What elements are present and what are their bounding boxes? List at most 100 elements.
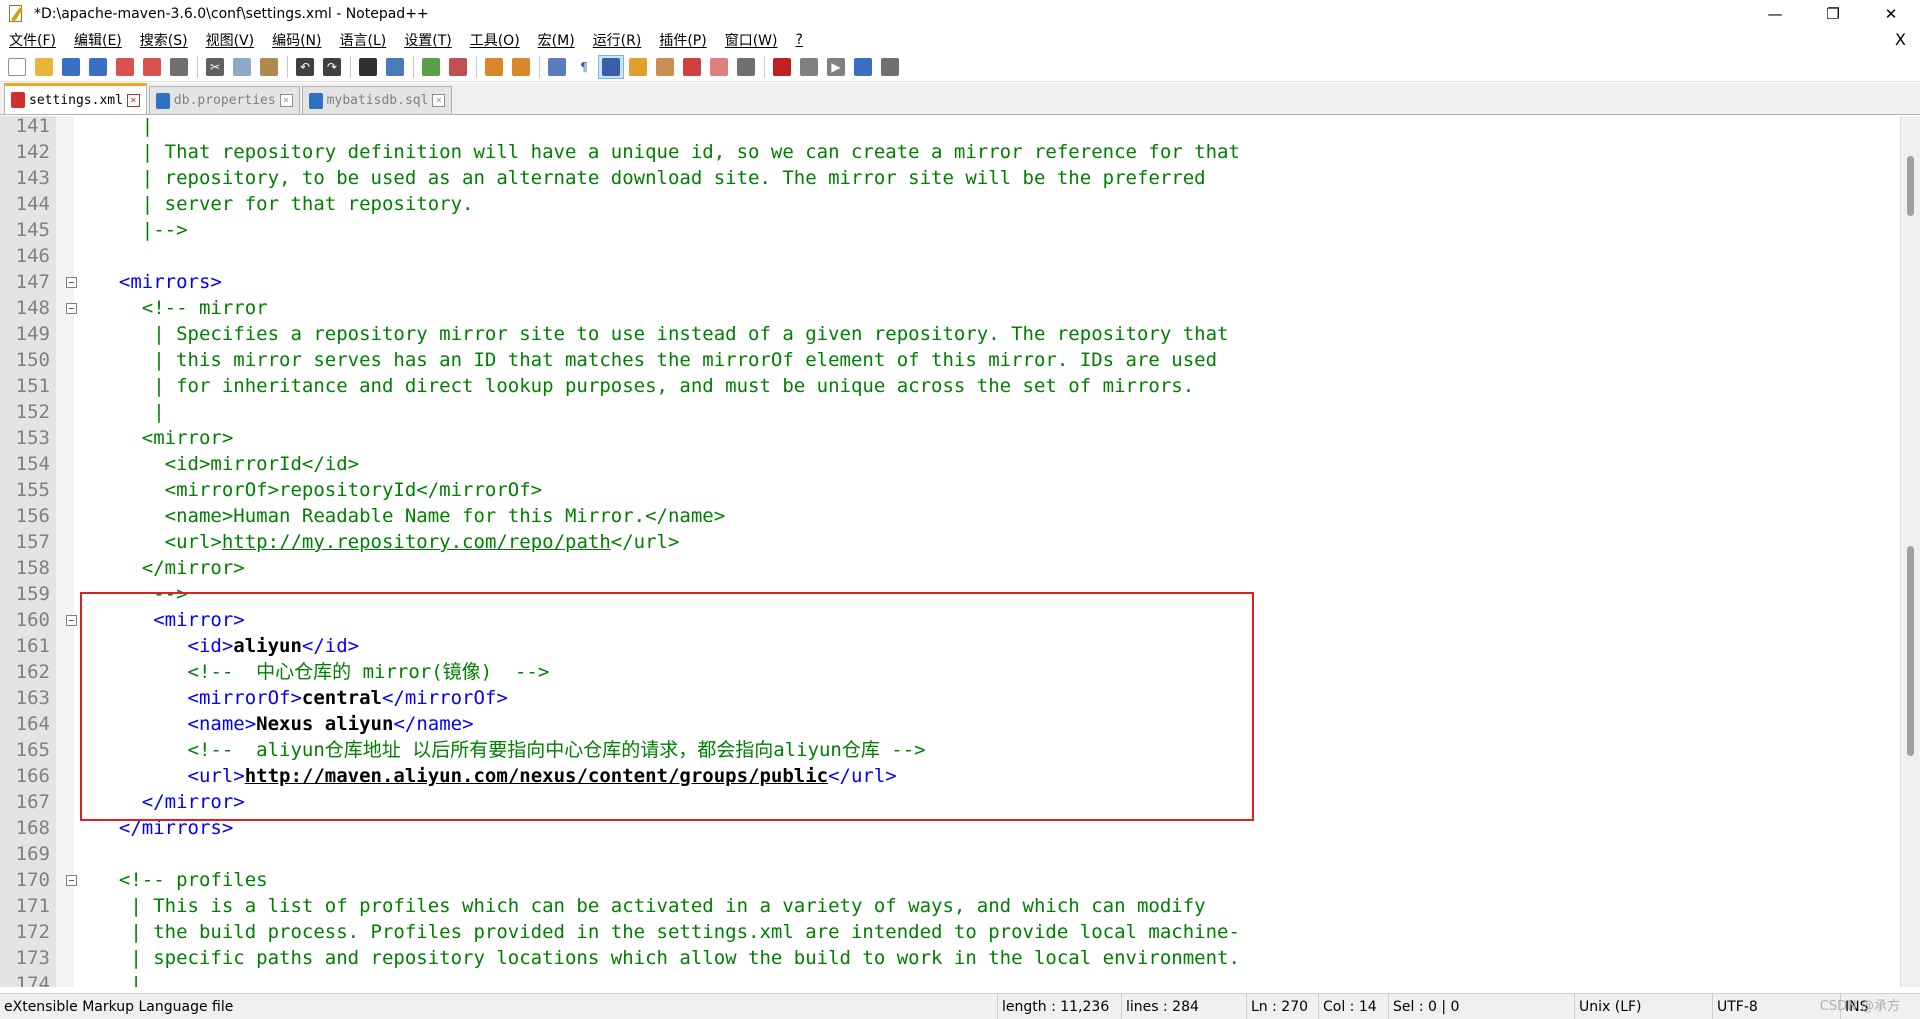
minimize-button[interactable]: — <box>1746 0 1804 28</box>
udl-icon[interactable] <box>625 55 651 79</box>
code-text: <url>http://maven.aliyun.com/nexus/conte… <box>96 763 897 789</box>
menu-encoding[interactable]: 编码(N) <box>263 30 330 50</box>
close-all-icon[interactable] <box>139 55 165 79</box>
sync-vertical-icon[interactable] <box>481 55 507 79</box>
status-eol[interactable]: Unix (LF) <box>1575 993 1713 1019</box>
code-token: | <box>96 401 165 423</box>
fold-toggle-icon[interactable] <box>66 875 77 886</box>
code-text: | repository, to be used as an alternate… <box>96 165 1206 191</box>
menu-run[interactable]: 运行(R) <box>584 30 651 50</box>
code-token: <id> <box>96 635 234 657</box>
code-token: central <box>301 687 382 709</box>
run-macro-multiple-icon[interactable] <box>850 55 876 79</box>
vertical-scrollbar[interactable] <box>1900 116 1920 987</box>
toolbar-separator <box>287 55 288 78</box>
code-line: 152 | <box>0 399 1900 425</box>
code-text: | <box>96 399 165 425</box>
copy-icon[interactable] <box>229 55 255 79</box>
code-line: 170 <!-- profiles <box>0 867 1900 893</box>
toolbar-separator <box>350 55 351 78</box>
document-map-icon[interactable] <box>652 55 678 79</box>
tab-db-properties[interactable]: db.properties × <box>148 86 300 114</box>
menu-help[interactable]: ? <box>787 32 812 48</box>
code-text: <id>mirrorId</id> <box>96 451 359 477</box>
menu-search[interactable]: 搜索(S) <box>131 30 197 50</box>
menu-window[interactable]: 窗口(W) <box>716 30 787 50</box>
folder-workspace-icon[interactable] <box>706 55 732 79</box>
replace-icon[interactable] <box>382 55 408 79</box>
cut-icon[interactable]: ✂ <box>202 55 228 79</box>
code-text: <!-- 中心仓库的 mirror(镜像) --> <box>96 659 550 685</box>
print-icon[interactable] <box>166 55 192 79</box>
restore-button[interactable]: ❐ <box>1804 0 1862 28</box>
menu-view[interactable]: 视图(V) <box>197 30 264 50</box>
code-line: 141 | <box>0 116 1900 139</box>
menu-edit[interactable]: 编辑(E) <box>65 30 131 50</box>
fold-toggle-icon[interactable] <box>66 277 77 288</box>
line-number: 164 <box>15 713 50 735</box>
line-number: 144 <box>15 193 50 215</box>
watermark: CSDN @承方 <box>1819 999 1900 1014</box>
play-macro-icon[interactable]: ▶ <box>823 55 849 79</box>
zoom-in-icon[interactable] <box>418 55 444 79</box>
menu-settings[interactable]: 设置(T) <box>395 30 460 50</box>
new-file-icon[interactable] <box>4 55 30 79</box>
scrollbar-thumb[interactable] <box>1907 546 1914 756</box>
save-macro-icon[interactable] <box>877 55 903 79</box>
monitoring-icon[interactable] <box>733 55 759 79</box>
status-bar: eXtensible Markup Language file length :… <box>0 993 1920 1019</box>
code-text: <!-- aliyun仓库地址 以后所有要指向中心仓库的请求，都会指向aliyu… <box>96 737 926 763</box>
code-line: 161 <id>aliyun</id> <box>0 633 1900 659</box>
code-line: 156 <name>Human Readable Name for this M… <box>0 503 1900 529</box>
title-bar: *D:\apache-maven-3.6.0\conf\settings.xml… <box>0 0 1920 28</box>
close-file-icon[interactable] <box>112 55 138 79</box>
undo-icon[interactable]: ↶ <box>292 55 318 79</box>
fold-toggle-icon[interactable] <box>66 615 77 626</box>
line-number: 172 <box>15 921 50 943</box>
code-text: --> <box>96 581 187 607</box>
word-wrap-icon[interactable] <box>544 55 570 79</box>
code-line: 164 <name>Nexus aliyun</name> <box>0 711 1900 737</box>
redo-icon[interactable]: ↷ <box>319 55 345 79</box>
open-file-icon[interactable] <box>31 55 57 79</box>
record-macro-icon[interactable] <box>769 55 795 79</box>
save-all-icon[interactable] <box>85 55 111 79</box>
tab-close-icon[interactable]: × <box>432 94 446 107</box>
tab-settings-xml[interactable]: settings.xml × <box>4 83 147 114</box>
tab-mybatisdb-sql[interactable]: mybatisdb.sql × <box>301 86 453 114</box>
function-list-icon[interactable] <box>679 55 705 79</box>
menu-language[interactable]: 语言(L) <box>331 30 396 50</box>
code-line: 172 | the build process. Profiles provid… <box>0 919 1900 945</box>
code-token: <!-- aliyun仓库地址 以后所有要指向中心仓库的请求，都会指向aliyu… <box>96 739 926 761</box>
menu-tools[interactable]: 工具(O) <box>461 30 529 50</box>
status-column: Col : 14 <box>1319 993 1389 1019</box>
sync-horizontal-icon[interactable] <box>508 55 534 79</box>
fold-toggle-icon[interactable] <box>66 303 77 314</box>
code-token: | server for that repository. <box>96 193 474 215</box>
menu-file[interactable]: 文件(F) <box>0 30 65 50</box>
line-number: 158 <box>15 557 50 579</box>
code-line: 165 <!-- aliyun仓库地址 以后所有要指向中心仓库的请求，都会指向a… <box>0 737 1900 763</box>
stop-macro-icon[interactable] <box>796 55 822 79</box>
indent-guide-icon[interactable] <box>598 54 624 79</box>
code-editor[interactable]: 141 | 142 | That repository definition wi… <box>0 116 1900 987</box>
close-button[interactable]: ✕ <box>1862 0 1920 28</box>
menu-plugins[interactable]: 插件(P) <box>650 30 715 50</box>
code-text: <name>Nexus aliyun</name> <box>96 711 474 737</box>
line-number: 166 <box>15 765 50 787</box>
tab-close-icon[interactable]: × <box>126 93 140 107</box>
zoom-out-icon[interactable] <box>445 55 471 79</box>
close-document-button[interactable]: X <box>1895 30 1906 49</box>
code-text: </mirror> <box>96 555 245 581</box>
menu-macro[interactable]: 宏(M) <box>529 30 584 50</box>
paste-icon[interactable] <box>256 55 282 79</box>
code-text: <!-- mirror <box>96 295 268 321</box>
menu-bar: 文件(F) 编辑(E) 搜索(S) 视图(V) 编码(N) 语言(L) 设置(T… <box>0 28 1920 52</box>
code-text: <mirror> <box>96 425 234 451</box>
code-line: 148 <!-- mirror <box>0 295 1900 321</box>
show-all-chars-icon[interactable]: ¶ <box>571 55 597 79</box>
tab-close-icon[interactable]: × <box>279 94 293 107</box>
line-number: 170 <box>15 869 50 891</box>
find-icon[interactable] <box>355 55 381 79</box>
save-icon[interactable] <box>58 55 84 79</box>
